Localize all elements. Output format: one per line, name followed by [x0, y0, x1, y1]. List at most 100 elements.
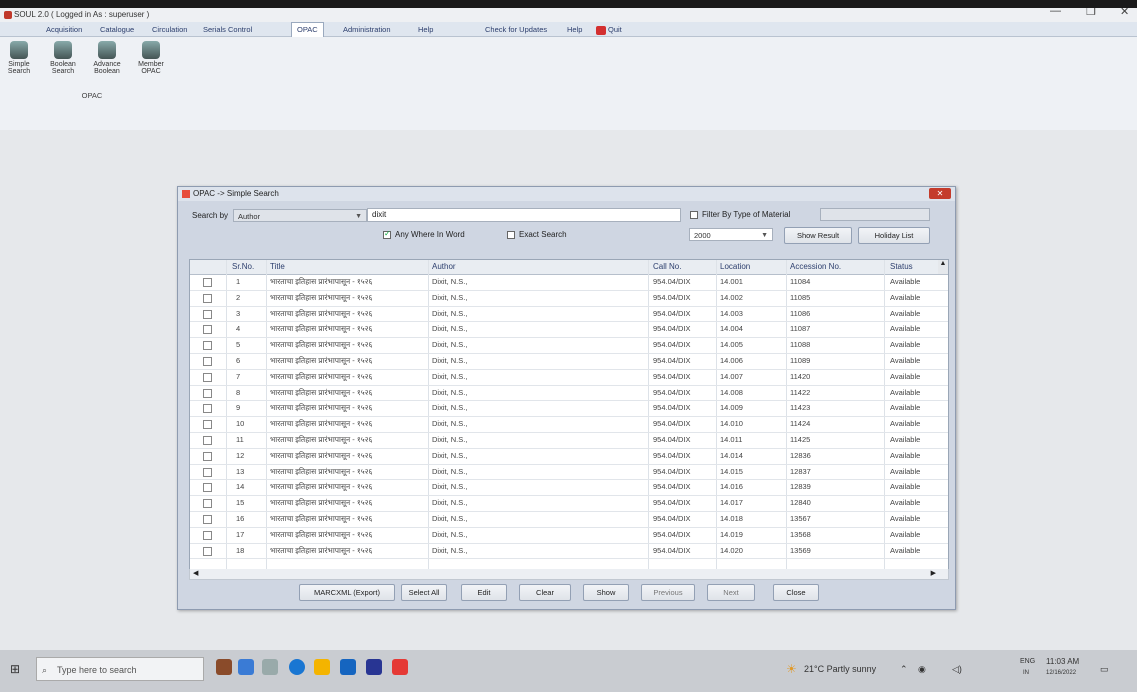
close-button[interactable]: Close: [773, 584, 819, 601]
row-checkbox[interactable]: [203, 341, 212, 351]
language-indicator[interactable]: ENG: [1020, 658, 1035, 665]
row-checkbox[interactable]: [203, 420, 212, 430]
search-input[interactable]: dixit: [367, 208, 681, 222]
row-checkbox[interactable]: [203, 309, 212, 319]
table-row[interactable]: 18 भारताचा इतिहास प्रारंभापासून - १५२६ Dix…: [190, 544, 948, 560]
tray-chevron-icon[interactable]: ⌃: [900, 664, 908, 675]
soul-app-icon[interactable]: [392, 659, 408, 675]
menu-serials-control[interactable]: Serials Control: [203, 25, 252, 34]
next-button[interactable]: Next: [707, 584, 755, 601]
col-call-no[interactable]: Call No.: [653, 262, 681, 271]
previous-button[interactable]: Previous: [641, 584, 695, 601]
menu-administration[interactable]: Administration: [343, 25, 391, 34]
row-checkbox[interactable]: [203, 514, 212, 524]
file-explorer-icon[interactable]: [314, 659, 330, 675]
row-checkbox[interactable]: [203, 483, 212, 493]
scroll-left-icon[interactable]: ◀: [193, 569, 198, 577]
row-checkbox[interactable]: [203, 435, 212, 445]
material-type-select[interactable]: [820, 208, 930, 221]
select-all-button[interactable]: Select All: [401, 584, 447, 601]
row-checkbox[interactable]: [203, 372, 212, 382]
row-checkbox[interactable]: [203, 356, 212, 366]
clock-date[interactable]: 12/16/2022: [1046, 670, 1076, 676]
scroll-up-icon[interactable]: ▲: [938, 260, 948, 274]
clear-button[interactable]: Clear: [519, 584, 571, 601]
menu-catalogue[interactable]: Catalogue: [100, 25, 134, 34]
taskbar-search[interactable]: ⌕ Type here to search: [36, 657, 204, 681]
marcxml-export-button[interactable]: MARCXML (Export): [299, 584, 395, 601]
row-checkbox[interactable]: [203, 530, 212, 540]
row-checkbox[interactable]: [203, 293, 212, 303]
simple-search-button[interactable]: Simple Search: [4, 41, 34, 75]
network-icon[interactable]: ◉: [918, 664, 926, 675]
show-button[interactable]: Show: [583, 584, 629, 601]
table-row[interactable]: 14 भारताचा इतिहास प्रारंभापासून - १५२६ Dix…: [190, 480, 948, 497]
exact-search-checkbox[interactable]: [507, 231, 515, 239]
restore-button[interactable]: ❐: [1086, 8, 1096, 18]
table-row[interactable]: 4 भारताचा इतिहास प्रारंभापासून - १५२६ Dixi…: [190, 322, 948, 339]
row-checkbox[interactable]: [203, 404, 212, 414]
table-row[interactable]: 13 भारताचा इतिहास प्रारंभापासून - १५२६ Dix…: [190, 465, 948, 481]
row-checkbox[interactable]: [203, 278, 212, 287]
menu-circulation[interactable]: Circulation: [152, 25, 187, 34]
widgets-icon[interactable]: [238, 659, 254, 675]
filter-material-checkbox[interactable]: [690, 211, 698, 219]
table-row[interactable]: 5 भारताचा इतिहास प्रारंभापासून - १५२६ Dixi…: [190, 338, 948, 354]
any-where-checkbox[interactable]: [383, 229, 391, 239]
row-checkbox[interactable]: [203, 451, 212, 461]
col-sr-no[interactable]: Sr.No.: [232, 262, 254, 271]
col-location[interactable]: Location: [720, 262, 750, 271]
mail-icon[interactable]: [340, 659, 356, 675]
show-result-button[interactable]: Show Result: [784, 227, 852, 244]
table-row[interactable]: 12 भारताचा इतिहास प्रारंभापासून - १५२६ Dix…: [190, 449, 948, 465]
rugby-app-icon[interactable]: [216, 659, 232, 675]
row-checkbox[interactable]: [203, 325, 212, 335]
task-view-icon[interactable]: [262, 659, 278, 675]
table-row[interactable]: 15 भारताचा इतिहास प्रारंभापासून - १५२६ Dix…: [190, 496, 948, 512]
windows-start-icon[interactable]: ⊞: [10, 662, 20, 676]
table-row[interactable]: 17 भारताचा इतिहास प्रारंभापासून - १५२६ Dix…: [190, 528, 948, 544]
boolean-search-button[interactable]: Boolean Search: [48, 41, 78, 75]
library-app-icon[interactable]: [366, 659, 382, 675]
col-accession-no[interactable]: Accession No.: [790, 262, 841, 271]
volume-icon[interactable]: ◁): [952, 664, 962, 675]
menu-opac[interactable]: OPAC: [291, 22, 324, 38]
close-window-button[interactable]: ✕: [1120, 8, 1129, 18]
minimize-button[interactable]: —: [1050, 8, 1061, 17]
menu-help[interactable]: Help: [418, 25, 433, 34]
table-row[interactable]: 16 भारताचा इतिहास प्रारंभापासून - १५२६ Dix…: [190, 512, 948, 528]
row-checkbox[interactable]: [203, 467, 212, 477]
year-select[interactable]: 2000 ▼: [689, 228, 773, 241]
menu-acquisition[interactable]: Acquisition: [46, 25, 82, 34]
quit-button[interactable]: Quit: [596, 25, 622, 35]
table-row[interactable]: 1 भारताचा इतिहास प्रारंभापासून - १५२६ Dixi…: [190, 275, 948, 291]
table-row[interactable]: 6 भारताचा इतिहास प्रारंभापासून - १५२६ Dixi…: [190, 354, 948, 370]
table-row[interactable]: 8 भारताचा इतिहास प्रारंभापासून - १५२६ Dixi…: [190, 386, 948, 402]
row-checkbox[interactable]: [203, 546, 212, 556]
col-title[interactable]: Title: [270, 262, 285, 271]
advance-boolean-button[interactable]: Advance Boolean: [92, 41, 122, 75]
table-row[interactable]: 7 भारताचा इतिहास प्रारंभापासून - १५२६ Dixi…: [190, 370, 948, 386]
check-updates-button[interactable]: Check for Updates: [485, 25, 547, 34]
edit-button[interactable]: Edit: [461, 584, 507, 601]
col-status[interactable]: Status: [890, 262, 913, 271]
dialog-close-button[interactable]: ✕: [929, 188, 951, 199]
help-button[interactable]: Help: [567, 25, 582, 34]
table-row[interactable]: 3 भारताचा इतिहास प्रारंभापासून - १५२६ Dixi…: [190, 307, 948, 323]
horizontal-scrollbar[interactable]: ◀ ▶: [189, 569, 949, 580]
search-by-select[interactable]: Author ▼: [233, 209, 367, 222]
edge-browser-icon[interactable]: [289, 659, 305, 675]
weather-text[interactable]: 21°C Partly sunny: [804, 664, 876, 674]
col-author[interactable]: Author: [432, 262, 456, 271]
holiday-list-button[interactable]: Holiday List: [858, 227, 930, 244]
table-row[interactable]: 11 भारताचा इतिहास प्रारंभापासून - १५२६ Dix…: [190, 433, 948, 449]
notification-icon[interactable]: ▭: [1100, 664, 1109, 675]
clock-time[interactable]: 11:03 AM: [1046, 657, 1079, 666]
table-row[interactable]: 10 भारताचा इतिहास प्रारंभापासून - १५२६ Dix…: [190, 417, 948, 433]
member-opac-button[interactable]: Member OPAC: [136, 41, 166, 75]
table-row[interactable]: 9 भारताचा इतिहास प्रारंभापासून - १५२६ Dixi…: [190, 401, 948, 418]
row-checkbox[interactable]: [203, 388, 212, 398]
table-row[interactable]: 2 भारताचा इतिहास प्रारंभापासून - १५२६ Dixi…: [190, 291, 948, 307]
scroll-right-icon[interactable]: ▶: [931, 569, 936, 577]
row-checkbox[interactable]: [203, 499, 212, 509]
